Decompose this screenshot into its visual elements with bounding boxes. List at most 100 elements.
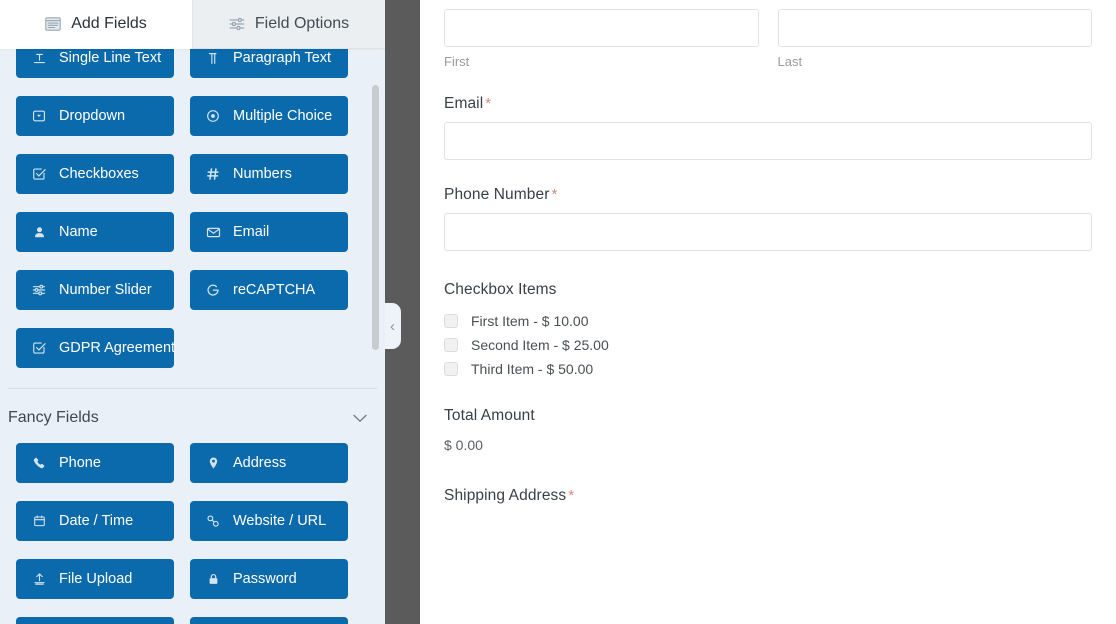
field-button-label: Website / URL — [233, 513, 326, 529]
field-button-label: Password — [233, 571, 297, 587]
checkbox-item[interactable]: Third Item - $ 50.00 — [444, 361, 1092, 377]
field-button-label: Number Slider — [59, 282, 152, 298]
chevron-down-icon[interactable] — [353, 414, 367, 423]
name-last-col: Last — [778, 9, 1093, 69]
preview-field-checkbox-items[interactable]: Checkbox Items First Item - $ 10.00 Seco… — [444, 281, 1092, 377]
preview-field-shipping-address[interactable]: Shipping Address* — [444, 487, 1092, 505]
paragraph-text-icon — [204, 52, 222, 65]
preview-field-total-amount[interactable]: Total Amount $ 0.00 — [444, 407, 1092, 453]
checkbox-item-label: Third Item - $ 50.00 — [471, 361, 593, 377]
email-input[interactable] — [444, 122, 1092, 160]
field-label-text: Email — [444, 95, 483, 112]
field-button-label: Date / Time — [59, 513, 133, 529]
map-pin-icon — [204, 456, 222, 470]
field-button-label: Dropdown — [59, 108, 125, 124]
sidebar-scrollbar-thumb[interactable] — [372, 85, 379, 350]
preview-field-phone-number[interactable]: Phone Number* — [444, 186, 1092, 251]
name-last-sublabel: Last — [778, 54, 1093, 69]
fields-scroll-region[interactable]: Single Line Text Paragraph Text — [0, 0, 385, 624]
field-label: Phone Number* — [444, 186, 1092, 204]
fancy-fields-group-header[interactable]: Fancy Fields — [0, 389, 385, 443]
field-button-multiple-choice[interactable]: Multiple Choice — [190, 96, 348, 136]
field-button-email[interactable]: Email — [190, 212, 348, 252]
upload-icon — [30, 572, 48, 586]
field-label: Checkbox Items — [444, 281, 1092, 299]
dropdown-icon — [30, 109, 48, 123]
checkbox-item[interactable]: First Item - $ 10.00 — [444, 313, 1092, 329]
field-button-label: Single Line Text — [59, 50, 161, 66]
checkbox-item-label: First Item - $ 10.00 — [471, 313, 588, 329]
name-first-col: First — [444, 9, 759, 69]
field-button-label: Name — [59, 224, 98, 240]
form-preview-content: Name* First Last Email* — [420, 0, 1116, 531]
radio-circle-icon — [204, 109, 222, 123]
fancy-fields-grid: Phone Address — [0, 443, 385, 624]
checkbox-box-icon[interactable] — [444, 362, 458, 376]
field-button-gdpr-agreement[interactable]: GDPR Agreement — [16, 328, 174, 368]
name-first-sublabel: First — [444, 54, 759, 69]
checkbox-item-label: Second Item - $ 25.00 — [471, 337, 609, 353]
checkbox-box-icon[interactable] — [444, 338, 458, 352]
field-button-recaptcha[interactable]: reCAPTCHA — [190, 270, 348, 310]
checkbox-item[interactable]: Second Item - $ 25.00 — [444, 337, 1092, 353]
field-button-label: GDPR Agreement — [59, 340, 175, 356]
fancy-fields-title: Fancy Fields — [8, 409, 99, 427]
field-button-dropdown[interactable]: Dropdown — [16, 96, 174, 136]
total-amount-value: $ 0.00 — [444, 437, 1092, 453]
panel-tabs: Add Fields Field Options — [0, 0, 385, 49]
field-label: Total Amount — [444, 407, 1092, 425]
field-button-date-time[interactable]: Date / Time — [16, 501, 174, 541]
sidebar-scrollbar[interactable] — [368, 0, 382, 624]
field-button-checkboxes[interactable]: Checkboxes — [16, 154, 174, 194]
field-button-label: reCAPTCHA — [233, 282, 315, 298]
tab-label: Field Options — [255, 15, 349, 33]
preview-field-email[interactable]: Email* — [444, 95, 1092, 160]
field-button-label: File Upload — [59, 571, 132, 587]
phone-icon — [30, 456, 48, 470]
field-button-label: Phone — [59, 455, 101, 471]
field-button-next-row-left[interactable] — [16, 617, 174, 624]
field-button-phone[interactable]: Phone — [16, 443, 174, 483]
field-label-text: Phone Number — [444, 186, 549, 203]
window-list-icon — [45, 17, 61, 31]
required-mark: * — [568, 487, 574, 504]
field-label-text: Shipping Address — [444, 487, 566, 504]
field-button-file-upload[interactable]: File Upload — [16, 559, 174, 599]
name-first-input[interactable] — [444, 9, 759, 47]
name-subfields-row: First Last — [444, 9, 1092, 69]
field-button-label: Address — [233, 455, 286, 471]
hash-icon — [204, 167, 222, 181]
add-fields-panel: Single Line Text Paragraph Text — [0, 0, 385, 624]
field-button-next-row-right[interactable] — [190, 617, 348, 624]
field-button-name[interactable]: Name — [16, 212, 174, 252]
lock-icon — [204, 572, 222, 586]
link-icon — [204, 514, 222, 528]
tab-add-fields[interactable]: Add Fields — [0, 0, 192, 49]
field-button-numbers[interactable]: Numbers — [190, 154, 348, 194]
field-button-website-url[interactable]: Website / URL — [190, 501, 348, 541]
tab-label: Add Fields — [71, 15, 147, 33]
collapse-panel-handle[interactable]: ‹ — [385, 303, 401, 349]
tab-field-options[interactable]: Field Options — [192, 0, 385, 49]
field-button-address[interactable]: Address — [190, 443, 348, 483]
field-label: Shipping Address* — [444, 487, 1092, 505]
sliders-icon — [229, 17, 245, 31]
form-builder-app: Single Line Text Paragraph Text — [0, 0, 1116, 624]
single-line-text-icon — [30, 52, 48, 65]
field-button-label: Email — [233, 224, 269, 240]
field-button-label: Paragraph Text — [233, 50, 331, 66]
field-button-password[interactable]: Password — [190, 559, 348, 599]
required-mark: * — [551, 186, 557, 203]
field-label-text: Total Amount — [444, 407, 535, 424]
checkbox-icon — [30, 341, 48, 355]
preview-field-name[interactable]: Name* First Last — [444, 0, 1092, 69]
field-button-number-slider[interactable]: Number Slider — [16, 270, 174, 310]
envelope-icon — [204, 225, 222, 240]
calendar-icon — [30, 514, 48, 528]
sliders-icon — [30, 283, 48, 297]
name-last-input[interactable] — [778, 9, 1093, 47]
standard-fields-grid: Single Line Text Paragraph Text — [0, 0, 385, 386]
checkbox-box-icon[interactable] — [444, 314, 458, 328]
field-label: Email* — [444, 95, 1092, 113]
phone-input[interactable] — [444, 213, 1092, 251]
